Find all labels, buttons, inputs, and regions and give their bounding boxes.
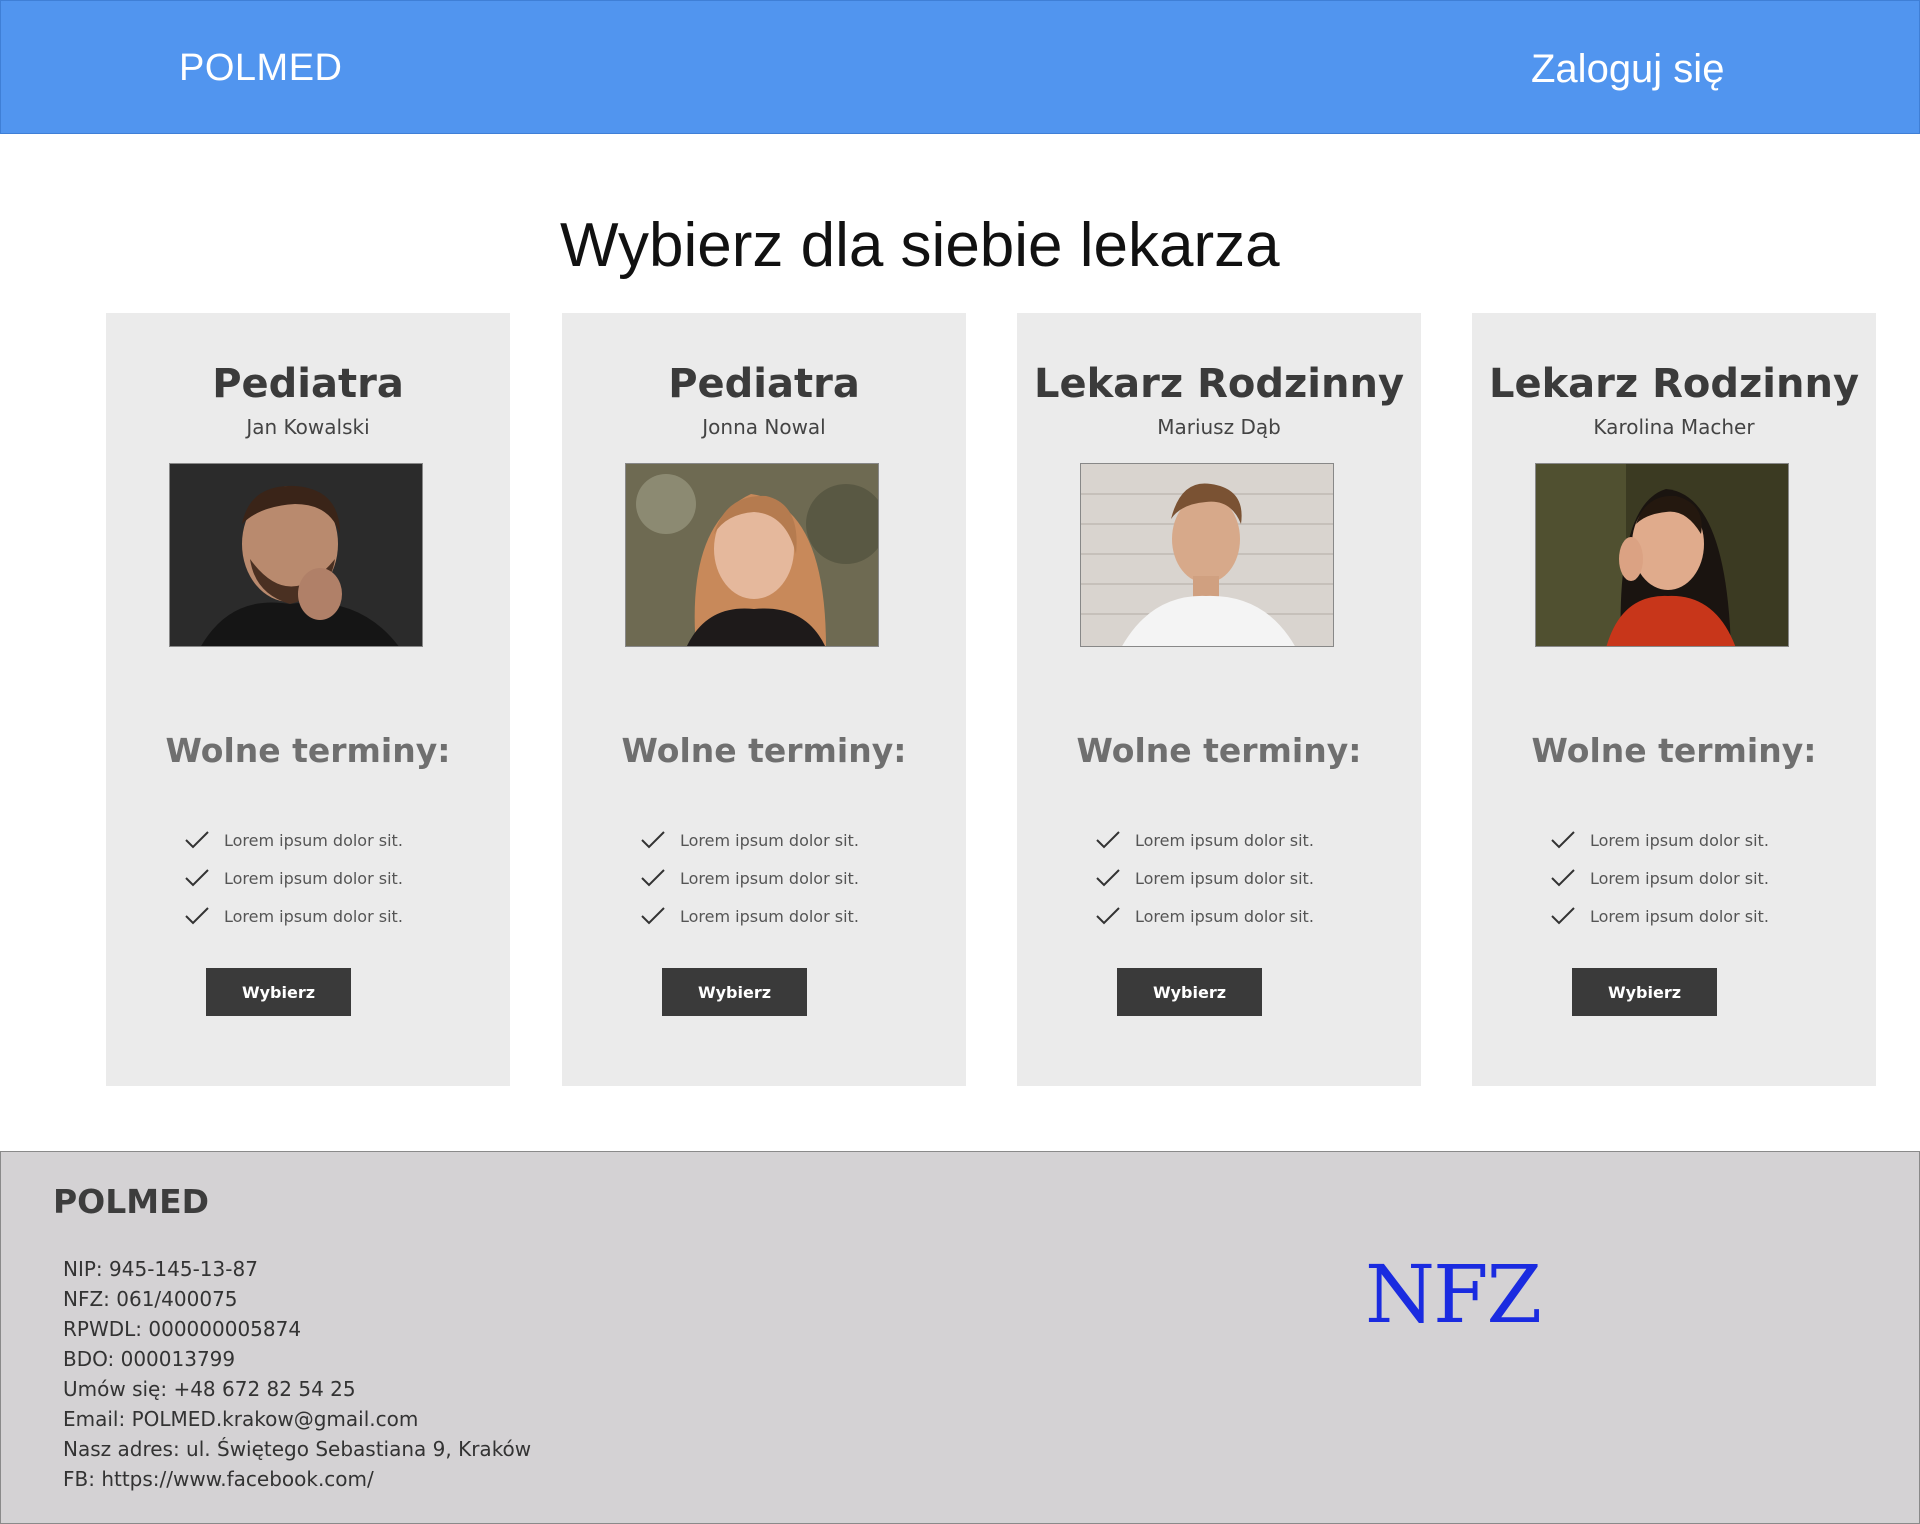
footer-contact-info: NIP: 945-145-13-87 NFZ: 061/400075 RPWDL… xyxy=(63,1254,531,1494)
slot-label: Lorem ipsum dolor sit. xyxy=(1135,906,1314,926)
footer-brand: POLMED xyxy=(53,1182,210,1221)
slot-item[interactable]: Lorem ipsum dolor sit. xyxy=(184,859,403,897)
slot-label: Lorem ipsum dolor sit. xyxy=(224,868,403,888)
free-slots-title: Wolne terminy: xyxy=(1076,731,1362,770)
check-icon xyxy=(185,907,209,925)
free-slots-list: Lorem ipsum dolor sit. Lorem ipsum dolor… xyxy=(1095,821,1314,935)
footer-info-bdo: BDO: 000013799 xyxy=(63,1347,236,1371)
check-icon xyxy=(1551,907,1575,925)
slot-item[interactable]: Lorem ipsum dolor sit. xyxy=(184,897,403,935)
doctor-specialty: Lekarz Rodzinny xyxy=(1033,361,1405,407)
choose-doctor-button[interactable]: Wybierz xyxy=(662,968,807,1016)
slot-label: Lorem ipsum dolor sit. xyxy=(680,830,859,850)
slot-item[interactable]: Lorem ipsum dolor sit. xyxy=(1095,897,1314,935)
doctor-specialty: Lekarz Rodzinny xyxy=(1488,361,1860,407)
doctor-photo xyxy=(1535,463,1789,647)
doctor-card: Pediatra Jan Kowalski Wolne terminy: Lor… xyxy=(106,313,510,1086)
doctor-name: Jan Kowalski xyxy=(246,415,370,439)
slot-label: Lorem ipsum dolor sit. xyxy=(224,830,403,850)
free-slots-title: Wolne terminy: xyxy=(165,731,451,770)
slot-item[interactable]: Lorem ipsum dolor sit. xyxy=(1550,821,1769,859)
doctor-name: Karolina Macher xyxy=(1593,415,1755,439)
free-slots-list: Lorem ipsum dolor sit. Lorem ipsum dolor… xyxy=(640,821,859,935)
nfz-logo: NFZ xyxy=(1365,1248,1542,1341)
slot-label: Lorem ipsum dolor sit. xyxy=(680,906,859,926)
doctor-name: Mariusz Dąb xyxy=(1157,415,1281,439)
free-slots-title: Wolne terminy: xyxy=(621,731,907,770)
footer-info-rpwdl: RPWDL: 000000005874 xyxy=(63,1317,302,1341)
doctor-card: Pediatra Jonna Nowal Wolne terminy: Lore… xyxy=(562,313,966,1086)
slot-label: Lorem ipsum dolor sit. xyxy=(1590,868,1769,888)
check-icon xyxy=(185,831,209,849)
slot-label: Lorem ipsum dolor sit. xyxy=(1590,830,1769,850)
doctor-photo xyxy=(625,463,879,647)
check-icon xyxy=(1096,869,1120,887)
footer-info-nip: NIP: 945-145-13-87 xyxy=(63,1257,258,1281)
footer-info-nfz: NFZ: 061/400075 xyxy=(63,1287,238,1311)
check-icon xyxy=(185,869,209,887)
page-title: Wybierz dla siebie lekarza xyxy=(560,211,1280,280)
footer-info-phone[interactable]: Umów się: +48 672 82 54 25 xyxy=(63,1374,531,1404)
free-slots-list: Lorem ipsum dolor sit. Lorem ipsum dolor… xyxy=(184,821,403,935)
slot-label: Lorem ipsum dolor sit. xyxy=(680,868,859,888)
slot-label: Lorem ipsum dolor sit. xyxy=(1135,830,1314,850)
slot-item[interactable]: Lorem ipsum dolor sit. xyxy=(640,897,859,935)
footer-info-address: Nasz adres: ul. Świętego Sebastiana 9, K… xyxy=(63,1437,532,1461)
slot-label: Lorem ipsum dolor sit. xyxy=(224,906,403,926)
doctor-specialty: Pediatra xyxy=(212,361,404,407)
choose-doctor-button[interactable]: Wybierz xyxy=(1572,968,1717,1016)
check-icon xyxy=(641,831,665,849)
doctor-card: Lekarz Rodzinny Mariusz Dąb Wolne termin… xyxy=(1017,313,1421,1086)
check-icon xyxy=(1096,907,1120,925)
slot-item[interactable]: Lorem ipsum dolor sit. xyxy=(640,821,859,859)
free-slots-list: Lorem ipsum dolor sit. Lorem ipsum dolor… xyxy=(1550,821,1769,935)
free-slots-title: Wolne terminy: xyxy=(1531,731,1817,770)
slot-label: Lorem ipsum dolor sit. xyxy=(1590,906,1769,926)
login-link[interactable]: Zaloguj się xyxy=(1531,47,1724,92)
footer: POLMED NIP: 945-145-13-87 NFZ: 061/40007… xyxy=(0,1151,1920,1524)
choose-doctor-button[interactable]: Wybierz xyxy=(206,968,351,1016)
slot-item[interactable]: Lorem ipsum dolor sit. xyxy=(1550,859,1769,897)
doctor-name: Jonna Nowal xyxy=(702,415,826,439)
doctor-specialty: Pediatra xyxy=(668,361,860,407)
check-icon xyxy=(641,869,665,887)
slot-item[interactable]: Lorem ipsum dolor sit. xyxy=(640,859,859,897)
check-icon xyxy=(1096,831,1120,849)
check-icon xyxy=(1551,831,1575,849)
brand-logo-text[interactable]: POLMED xyxy=(179,47,342,90)
slot-label: Lorem ipsum dolor sit. xyxy=(1135,868,1314,888)
slot-item[interactable]: Lorem ipsum dolor sit. xyxy=(184,821,403,859)
page: POLMED Zaloguj się Wybierz dla siebie le… xyxy=(0,0,1920,1524)
slot-item[interactable]: Lorem ipsum dolor sit. xyxy=(1550,897,1769,935)
doctor-photo xyxy=(169,463,423,647)
top-navbar: POLMED Zaloguj się xyxy=(0,0,1920,134)
check-icon xyxy=(1551,869,1575,887)
choose-doctor-button[interactable]: Wybierz xyxy=(1117,968,1262,1016)
footer-info-email[interactable]: Email: POLMED.krakow@gmail.com xyxy=(63,1404,531,1434)
doctor-photo xyxy=(1080,463,1334,647)
check-icon xyxy=(641,907,665,925)
footer-info-facebook[interactable]: FB: https://www.facebook.com/ xyxy=(63,1464,531,1494)
slot-item[interactable]: Lorem ipsum dolor sit. xyxy=(1095,821,1314,859)
slot-item[interactable]: Lorem ipsum dolor sit. xyxy=(1095,859,1314,897)
doctor-card: Lekarz Rodzinny Karolina Macher Wolne te… xyxy=(1472,313,1876,1086)
